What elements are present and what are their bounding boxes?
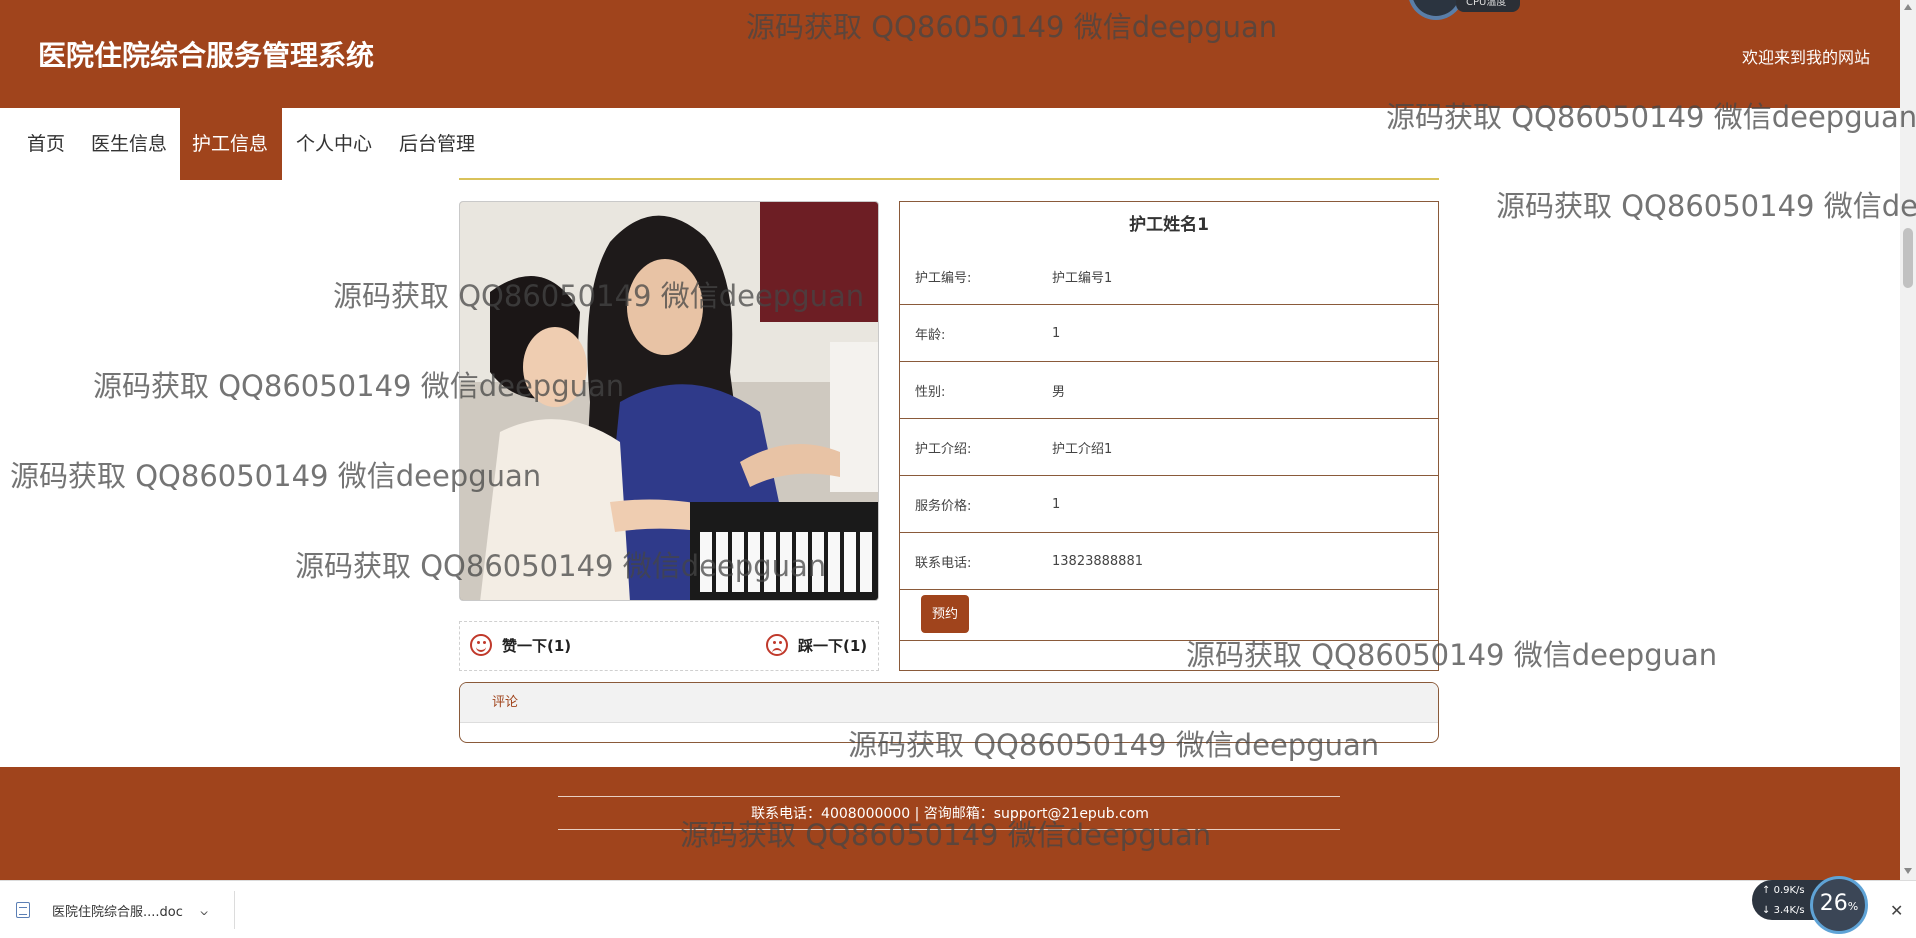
detail-row: 服务价格: 1	[900, 476, 1438, 533]
detail-value: 1	[1052, 325, 1061, 341]
download-arrow-icon: ↓	[1762, 905, 1771, 916]
detail-value: 1	[1052, 496, 1061, 512]
site-header: 医院住院综合服务管理系统 欢迎来到我的网站	[0, 0, 1900, 108]
detail-label: 联系电话:	[915, 555, 972, 571]
nav-item-personal-center[interactable]: 个人中心	[284, 108, 384, 180]
caregiver-photo	[459, 201, 879, 601]
download-separator	[234, 891, 235, 929]
usage-percent-unit: %	[1847, 900, 1859, 913]
detail-value: 护工介绍1	[1052, 441, 1113, 457]
caregiver-detail-table: 护工姓名1 护工编号: 护工编号1 年龄: 1 性别: 男 护工介绍: 护工介绍…	[899, 201, 1439, 671]
detail-row: 性别: 男	[900, 362, 1438, 419]
cpu-temp-widget: CPU温度	[1408, 0, 1528, 20]
detail-row: 护工介绍: 护工介绍1	[900, 419, 1438, 476]
nav-item-doctors[interactable]: 医生信息	[79, 108, 179, 180]
welcome-text: 欢迎来到我的网站	[1741, 48, 1870, 67]
smile-icon	[470, 634, 492, 656]
detail-label: 年龄:	[915, 327, 946, 343]
close-icon[interactable]: ✕	[1890, 901, 1903, 920]
detail-label: 性别:	[915, 384, 946, 400]
detail-label: 护工编号:	[915, 270, 972, 286]
usage-percent: 26	[1819, 891, 1848, 916]
nav-item-home[interactable]: 首页	[15, 108, 77, 180]
usage-gauge: 26%	[1810, 876, 1868, 934]
detail-row: 联系电话: 13823888881	[900, 533, 1438, 590]
caregiver-photo-image	[460, 202, 878, 600]
download-speed: 3.4	[1773, 905, 1790, 916]
upload-speed: 0.9	[1773, 885, 1790, 896]
scroll-up-icon[interactable]	[1904, 4, 1912, 10]
like-label: 赞一下(1)	[502, 636, 572, 655]
document-icon	[16, 902, 30, 918]
chevron-up-icon[interactable]: ^	[199, 903, 209, 917]
upload-unit: K/s	[1789, 885, 1805, 896]
table-divider	[900, 640, 1438, 641]
nav-item-caregivers[interactable]: 护工信息	[180, 108, 282, 180]
upload-arrow-icon: ↑	[1762, 885, 1771, 896]
detail-label: 服务价格:	[915, 498, 972, 514]
nav-item-admin[interactable]: 后台管理	[387, 108, 487, 180]
comment-tab[interactable]: 评论	[492, 683, 518, 723]
page-scrollbar[interactable]	[1900, 0, 1916, 880]
like-button[interactable]: 赞一下(1)	[470, 634, 571, 656]
detail-value: 13823888881	[1052, 553, 1143, 569]
dislike-button[interactable]: 踩一下(1)	[766, 634, 867, 656]
detail-row: 护工编号: 护工编号1	[900, 248, 1438, 305]
scroll-down-icon[interactable]	[1904, 868, 1912, 874]
download-item[interactable]: 医院住院综合服....doc ^	[10, 889, 232, 931]
vote-bar: 赞一下(1) 踩一下(1)	[459, 621, 879, 671]
detail-value: 护工编号1	[1052, 270, 1113, 286]
site-footer: 联系电话：4008000000 | 咨询邮箱：support@21epub.co…	[0, 767, 1900, 880]
detail-label: 护工介绍:	[915, 441, 972, 457]
footer-divider-bottom	[558, 829, 1340, 830]
download-file-name: 医院住院综合服....doc	[52, 904, 183, 920]
detail-row: 年龄: 1	[900, 305, 1438, 362]
frown-icon	[766, 634, 788, 656]
footer-divider-top	[558, 796, 1340, 797]
book-button[interactable]: 预约	[921, 595, 969, 633]
comment-panel: 评论	[459, 682, 1439, 743]
main-nav: 首页 医生信息 护工信息 个人中心 后台管理	[0, 108, 1900, 180]
dislike-label: 踩一下(1)	[798, 636, 868, 655]
watermark-text: 源码获取 QQ86050149 微信deepguan	[1496, 189, 1916, 223]
detail-value: 男	[1052, 384, 1066, 400]
cpu-label: CPU温度	[1456, 0, 1520, 12]
caregiver-name: 护工姓名1	[1129, 215, 1209, 235]
scroll-thumb[interactable]	[1903, 228, 1913, 288]
footer-contact: 联系电话：4008000000 | 咨询邮箱：support@21epub.co…	[751, 806, 1149, 822]
download-unit: K/s	[1789, 905, 1805, 916]
site-title[interactable]: 医院住院综合服务管理系统	[38, 34, 374, 74]
network-speed-widget: ↑ 0.9K/s ↓ 3.4K/s 26%	[1752, 876, 1878, 934]
comment-header: 评论	[460, 683, 1438, 723]
section-divider	[459, 178, 1439, 180]
download-bar: 医院住院综合服....doc ^ ✕	[0, 880, 1916, 938]
